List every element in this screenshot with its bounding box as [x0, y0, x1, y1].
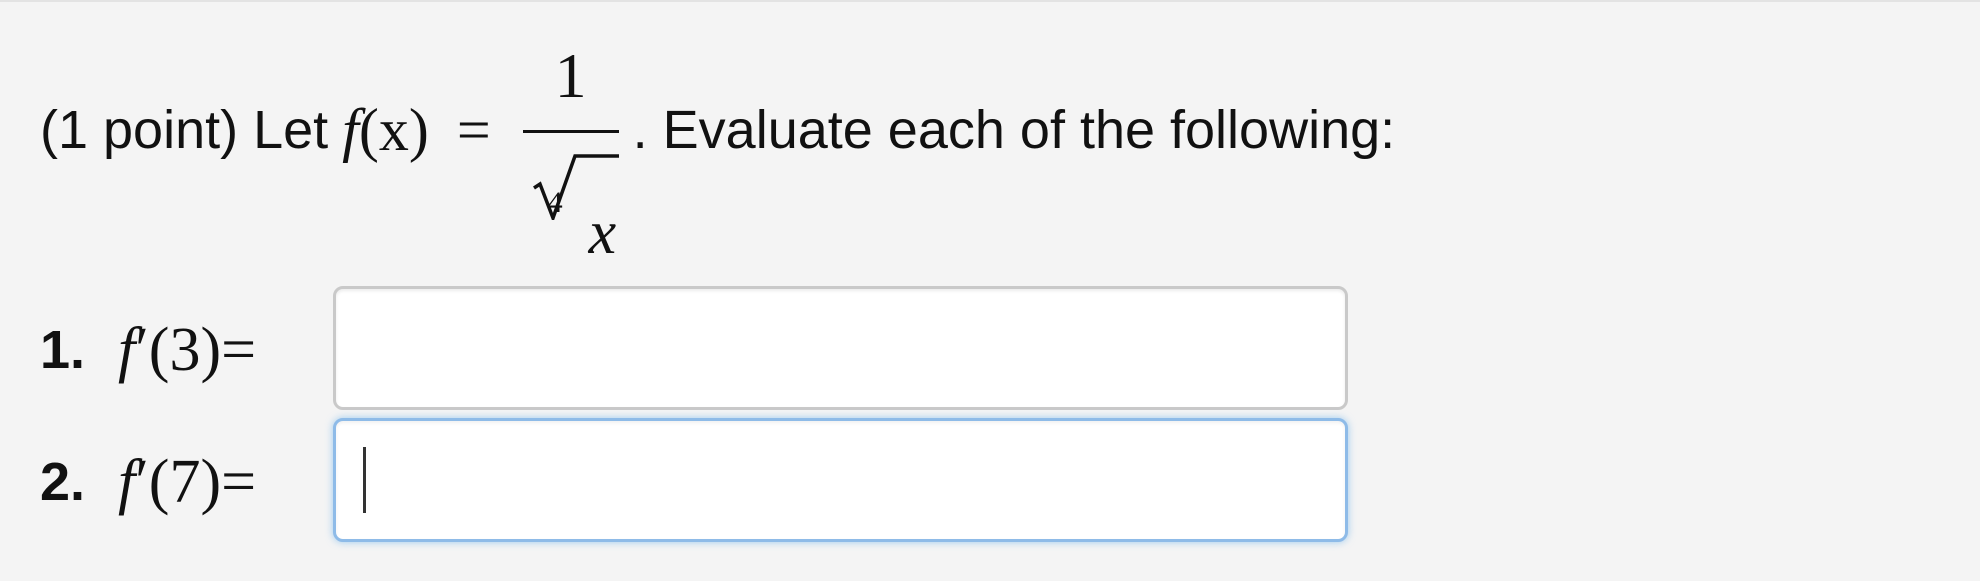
fraction: 1 4 x	[521, 40, 621, 264]
equals-sign: =	[456, 96, 491, 163]
part-row-2: 2. f′(7)=	[40, 418, 256, 546]
answer-input-2[interactable]	[333, 418, 1348, 542]
part-row-1: 1. f′(3)=	[40, 286, 256, 414]
fraction-denominator: 4 x	[521, 140, 621, 264]
root-index: 4	[547, 186, 563, 219]
derivative-argument: (7)	[148, 447, 222, 516]
fraction-bar	[522, 130, 619, 133]
problem-statement: (1 point) Let f(x) = 1 4 x . Evaluate ea…	[40, 40, 1396, 265]
prime-mark: ′	[135, 447, 149, 516]
text-cursor	[363, 447, 366, 513]
function-name: f	[342, 96, 359, 163]
problem-suffix: . Evaluate each of the following:	[632, 100, 1396, 160]
part-expression: f′(3)=	[118, 315, 256, 386]
derivative-argument: (3)	[148, 315, 222, 384]
part-number: 2.	[40, 452, 86, 512]
problem-prefix: (1 point) Let	[40, 100, 329, 160]
radicand: x	[588, 199, 617, 267]
prime-mark: ′	[135, 315, 149, 384]
derivative-function: f	[118, 447, 136, 516]
part-number: 1.	[40, 320, 86, 380]
fraction-numerator: 1	[554, 40, 587, 111]
answer-input-1[interactable]	[333, 286, 1348, 410]
function-argument: (x)	[358, 96, 429, 163]
derivative-function: f	[118, 315, 136, 384]
top-border	[0, 0, 1980, 2]
part-equals: =	[221, 315, 257, 384]
function-lhs: f(x)	[342, 96, 429, 165]
part-expression: f′(7)=	[118, 447, 256, 518]
part-equals: =	[221, 447, 257, 516]
